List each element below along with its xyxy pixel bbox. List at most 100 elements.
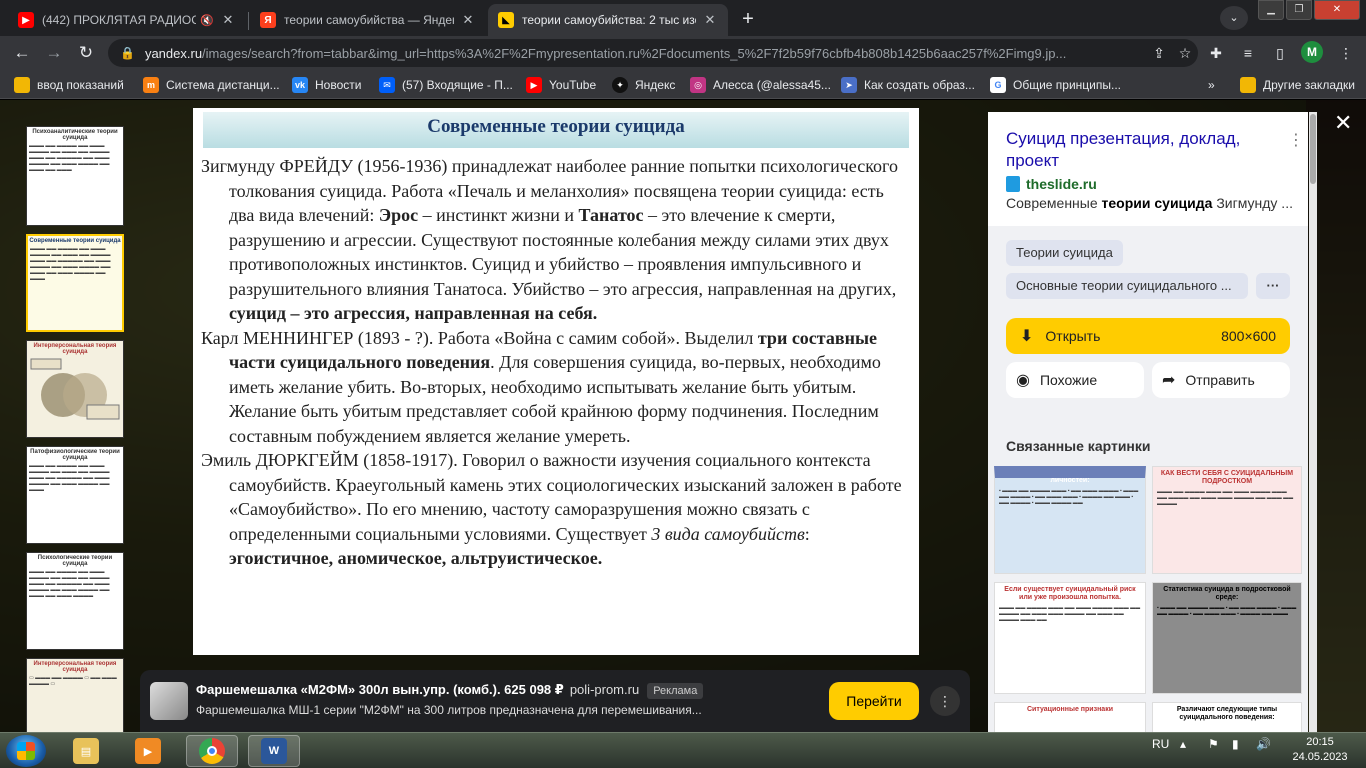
related-image[interactable]: Характерные черты суицидальных личностей… (994, 466, 1146, 574)
related-image[interactable]: Различают следующие типы суицидального п… (1152, 702, 1302, 732)
open-label: Открыть (1045, 328, 1101, 344)
bookmark-item[interactable]: vk Новости (292, 75, 361, 95)
bookmark-item[interactable]: G Общие принципы... (990, 75, 1121, 95)
more-tags-icon[interactable]: ··· (1256, 273, 1290, 299)
word-icon: W (261, 738, 287, 764)
instagram-icon: ◎ (690, 77, 706, 93)
address-bar[interactable]: 🔒 yandex.ru/images/search?from=tabbar&im… (108, 39, 1198, 67)
bookmark-item[interactable]: ✉ (57) Входящие - П... (379, 75, 513, 95)
network-icon[interactable]: ▮ (1232, 737, 1239, 751)
open-image-button[interactable]: ⬇ Открыть 800×600 (1006, 318, 1290, 354)
source-site[interactable]: theslide.ru (1006, 176, 1097, 192)
thumbnail[interactable]: Интерперсональная теория суицида (26, 340, 124, 438)
taskbar-media-player[interactable]: ▶ (122, 735, 174, 767)
related-image[interactable]: Статистика суицида в подростковой среде:… (1152, 582, 1302, 694)
ad-title: Фаршемешалка «М2ФМ» 300л вын.упр. (комб.… (196, 682, 564, 697)
tab-youtube[interactable]: ▶ (442) ПРОКЛЯТАЯ РАДИОСТ 🔇 ✕ (8, 4, 246, 36)
reload-button[interactable]: ↻ (72, 39, 100, 67)
related-image-text: ▬▬▬ ▬▬ ▬▬▬▬ ▬▬▬ ▬▬ ▬▬▬ ▬▬▬▬ ▬▬▬ ▬▬ ▬▬▬▬ … (1157, 489, 1294, 507)
close-icon[interactable]: ✕ (702, 12, 718, 28)
bookmark-label: Другие закладки (1263, 78, 1355, 92)
tray-expand-icon[interactable]: ▴ (1180, 737, 1186, 751)
related-image-text: ▪ ▬▬▬ ▬▬ ▬▬▬▬ ▬▬▬ ▪ ▬▬ ▬▬▬ ▬▬▬▬ ▪ ▬▬▬ ▬▬… (999, 488, 1139, 506)
taskbar-word[interactable]: W (248, 735, 300, 767)
slide-image[interactable]: Современные теории суицида Зигмунду ФРЕЙ… (193, 108, 919, 655)
speaker-muted-icon[interactable]: 🔇 (200, 14, 214, 27)
thumbnail-selected[interactable]: Современные теории суицида ▬▬▬ ▬▬ ▬▬▬▬ ▬… (26, 234, 124, 332)
clock[interactable]: 20:15 24.05.2023 (1290, 735, 1350, 765)
thumbnail[interactable]: Патофизиологические теории суицида ▬▬▬ ▬… (26, 446, 124, 544)
slide-paragraph-freud: Зигмунду ФРЕЙДУ (1956-1936) принадлежат … (201, 154, 913, 326)
minimize-button[interactable]: ▁ (1258, 0, 1284, 20)
tag-chip[interactable]: Основные теории суицидального ... (1006, 273, 1248, 299)
ad-title-line[interactable]: Фаршемешалка «М2ФМ» 300л вын.упр. (комб.… (196, 682, 704, 699)
bookmark-item[interactable]: ▶ YouTube (526, 75, 596, 95)
media-control-icon[interactable]: ≡ (1236, 41, 1260, 65)
address-url[interactable]: yandex.ru/images/search?from=tabbar&img_… (145, 46, 1146, 61)
windows-logo-icon (17, 742, 35, 760)
mail-icon: ✉ (379, 77, 395, 93)
window-close-button[interactable]: ✕ (1314, 0, 1360, 20)
maximize-button[interactable]: ❐ (1286, 0, 1312, 20)
ad-banner[interactable]: Фаршемешалка «М2ФМ» 300л вын.упр. (комб.… (140, 670, 970, 732)
related-image-title: Ситуационные признаки (1026, 706, 1114, 713)
related-image[interactable]: Если существует суицидальный риск или уж… (994, 582, 1146, 694)
related-image-title: КАК ВЕСТИ СЕБЯ С СУИЦИДАЛЬНЫМ ПОДРОСТКОМ (1160, 470, 1294, 485)
bookmark-item[interactable]: m Система дистанци... (143, 75, 280, 95)
browser-toolbar: ← → ↻ 🔒 yandex.ru/images/search?from=tab… (0, 36, 1366, 70)
forward-button[interactable]: → (40, 39, 68, 67)
related-image[interactable]: КАК ВЕСТИ СЕБЯ С СУИЦИДАЛЬНЫМ ПОДРОСТКОМ… (1152, 466, 1302, 574)
bookmark-star-icon[interactable]: ☆ (1172, 45, 1198, 62)
lock-icon[interactable]: 🔒 (120, 46, 135, 60)
slide-paragraph-menninger: Карл МЕННИНГЕР (1893 - ?). Работа «Война… (201, 326, 913, 449)
text-run-bold: суицид – это агрессия, направленная на с… (229, 303, 598, 323)
tag-chip[interactable]: Теории суицида (1006, 240, 1123, 266)
close-icon[interactable]: ✕ (220, 12, 236, 28)
volume-icon[interactable]: 🔊 (1256, 737, 1271, 751)
related-image[interactable]: Ситуационные признаки (994, 702, 1146, 732)
tab-yandex-images[interactable]: ◣ теории самоубийства: 2 тыс изо ✕ (488, 4, 728, 36)
side-panel-scrollbar[interactable] (1309, 112, 1317, 732)
thumbnail[interactable]: Психологические теории суицида ▬▬▬ ▬▬ ▬▬… (26, 552, 124, 650)
share-button[interactable]: ➦ Отправить (1152, 362, 1290, 398)
scrollbar-thumb[interactable] (1310, 114, 1316, 184)
similar-button[interactable]: ◉ Похожие (1006, 362, 1144, 398)
thumbnail[interactable]: Интерперсональная теория суицида ▭ ▬▬▬ ▬… (26, 658, 124, 732)
tab-search-button[interactable]: ⌄ (1220, 6, 1248, 30)
share-icon[interactable]: ⇪ (1146, 45, 1172, 62)
ad-go-button[interactable]: Перейти (829, 682, 919, 720)
thumbnail-text: ▬▬▬ ▬▬ ▬▬▬▬ ▬▬ ▬▬▬ ▬▬▬▬ ▬▬ ▬▬▬ ▬▬ ▬▬▬▬ ▬… (30, 246, 111, 282)
profile-avatar[interactable]: M (1301, 41, 1323, 63)
ad-domain: poli-prom.ru (569, 682, 640, 697)
language-indicator[interactable]: RU (1152, 737, 1169, 751)
extensions-icon[interactable]: ✚ (1204, 41, 1228, 65)
close-icon[interactable]: ✕ (460, 12, 476, 28)
taskbar-explorer[interactable]: ▤ (60, 735, 112, 767)
back-button[interactable]: ← (8, 39, 36, 67)
start-button[interactable] (6, 735, 46, 767)
source-title-link[interactable]: Суицид презентация, доклад, проект (1006, 128, 1276, 172)
new-tab-button[interactable]: + (734, 6, 762, 34)
close-viewer-icon[interactable]: ✕ (1334, 110, 1352, 136)
related-image-title: Характерные черты суицидальных личностей… (1008, 469, 1132, 484)
flag-icon[interactable]: ⚑ (1208, 737, 1219, 751)
text-run: : (804, 523, 810, 544)
bookmark-item[interactable]: ✦ Яндекс (612, 75, 675, 95)
side-panel-icon[interactable]: ▯ (1268, 41, 1292, 65)
thumbnail[interactable]: Психоаналитические теории суицида ▬▬▬ ▬▬… (26, 126, 124, 226)
tab-yandex-search[interactable]: Я теории самоубийства — Яндекс ✕ (250, 4, 486, 36)
bookmark-item[interactable]: ◎ Алесса (@alessa45... (690, 75, 831, 95)
more-options-icon[interactable]: ⋮ (1288, 130, 1304, 150)
youtube-icon: ▶ (18, 12, 34, 28)
desc-text-bold: теории суицида (1101, 195, 1213, 211)
menu-kebab-icon[interactable]: ⋮ (1334, 41, 1358, 65)
yandex-icon: Я (260, 12, 276, 28)
rocket-icon: ➤ (841, 77, 857, 93)
bookmark-item[interactable]: ввод показаний (14, 75, 124, 95)
bookmarks-overflow-icon[interactable]: » (1208, 75, 1215, 95)
thumbnail-text: ▬▬▬ ▬▬ ▬▬▬▬ ▬▬ ▬▬▬ ▬▬▬▬ ▬▬ ▬▬▬ ▬▬ ▬▬▬▬ ▬… (29, 463, 110, 493)
bookmark-item[interactable]: ➤ Как создать образ... (841, 75, 975, 95)
ad-more-icon[interactable]: ⋮ (930, 686, 960, 716)
other-bookmarks[interactable]: Другие закладки (1240, 75, 1355, 95)
taskbar-chrome[interactable] (186, 735, 238, 767)
